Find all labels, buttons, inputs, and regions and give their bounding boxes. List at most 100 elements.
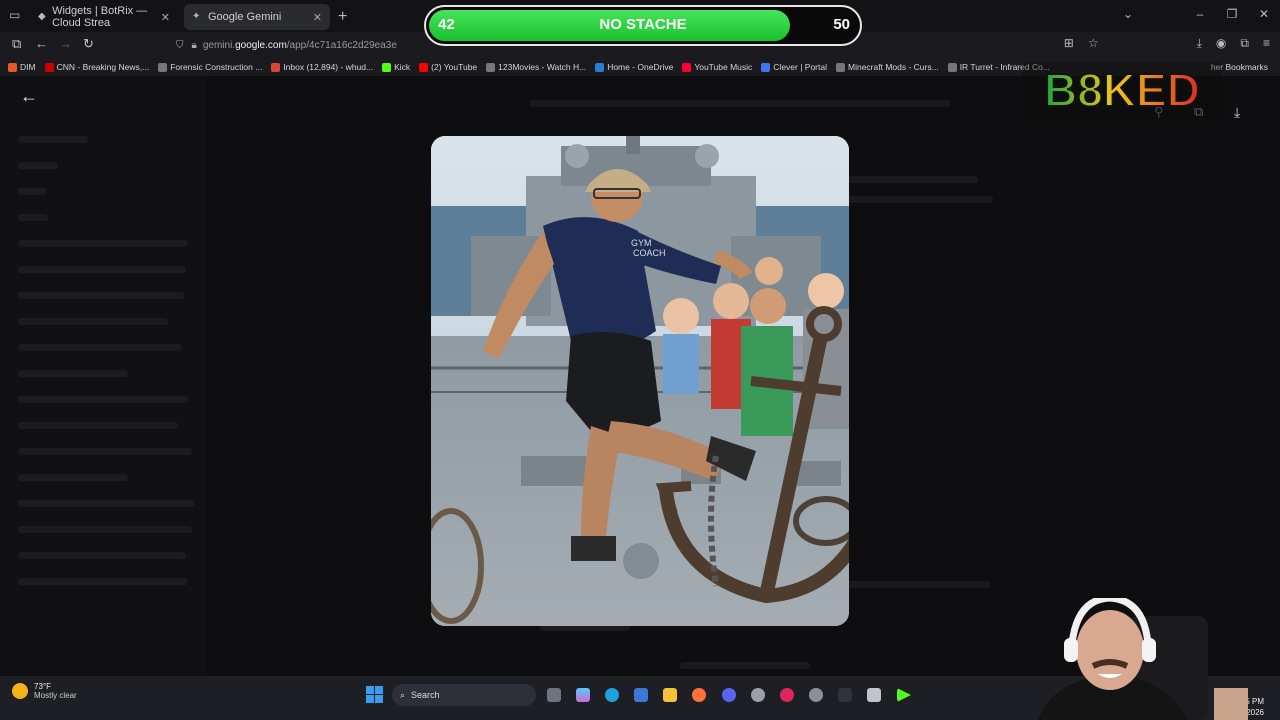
bookmark-label: CNN - Breaking News,...	[56, 62, 150, 72]
sidebar-placeholder-line	[18, 318, 168, 325]
edge-icon[interactable]	[605, 688, 619, 702]
onedrive-icon	[595, 62, 605, 72]
generated-image[interactable]: GYM COACH	[431, 136, 849, 626]
bookmark-item[interactable]: 123Movies - Watch H...	[486, 62, 586, 72]
taskbar-search[interactable]: ⌕ Search	[392, 684, 536, 706]
sidebar-placeholder-line	[18, 526, 192, 533]
no-stache-progress-widget: 42 NO STACHE 50	[424, 5, 862, 46]
weather-widget[interactable]: 73°F Mostly clear	[12, 682, 77, 700]
sidebar-toggle-icon[interactable]: ⧉	[12, 36, 21, 52]
globe-icon	[947, 62, 957, 72]
app-icon-3[interactable]	[867, 688, 881, 702]
restore-icon[interactable]: ❐	[1216, 0, 1248, 32]
bookmark-label: Minecraft Mods - Curs...	[848, 62, 939, 72]
bookmark-item[interactable]: (2) YouTube	[419, 62, 477, 72]
close-window-icon[interactable]: ✕	[1248, 0, 1280, 32]
menu-icon[interactable]: ≡	[1263, 36, 1270, 51]
download-icon[interactable]: ⤓	[1197, 36, 1202, 51]
bookmark-item[interactable]: Kick	[382, 62, 410, 72]
lock-icon[interactable]: 🔒︎	[192, 40, 197, 51]
address-bar[interactable]: ⛉ 🔒︎ gemini. google.com/app/4c71a16c2d29e…	[176, 34, 426, 56]
bookmark-item[interactable]: Forensic Construction ...	[158, 62, 262, 72]
translate-icon[interactable]: ⊞	[1064, 36, 1074, 51]
url-domain: google.com	[235, 39, 287, 51]
app-icon-2[interactable]	[838, 688, 852, 702]
globe-icon	[486, 62, 496, 72]
botrix-icon: ◆	[38, 11, 46, 22]
profile-icon[interactable]: ◉	[1216, 36, 1226, 51]
bookmark-item[interactable]: Minecraft Mods - Curs...	[836, 62, 939, 72]
logo-text: B8KED	[1044, 64, 1200, 116]
webcam-feed	[1038, 598, 1248, 720]
sidebar-placeholder-line	[18, 422, 178, 429]
file-explorer-icon[interactable]	[663, 688, 677, 702]
tab-botrix[interactable]: ◆ Widgets | BotRix — Cloud Strea ✕	[30, 4, 178, 30]
sidebar-placeholder-line	[18, 578, 188, 585]
search-icon: ⌕	[400, 689, 406, 700]
bookmark-item[interactable]: CNN - Breaking News,...	[44, 62, 150, 72]
sidebar-placeholder-line	[18, 188, 46, 195]
forward-icon[interactable]: →	[59, 36, 72, 51]
progress-goal: 50	[833, 16, 850, 33]
star-icon[interactable]: ☆	[1088, 36, 1099, 51]
sidebar-placeholder-line	[18, 214, 48, 221]
shirt-text-2: COACH	[633, 248, 666, 258]
clever-icon	[761, 62, 771, 72]
settings-icon[interactable]	[809, 688, 823, 702]
youtube-icon	[419, 62, 429, 72]
sidebar-placeholder-line	[18, 552, 186, 559]
search-label: Search	[411, 690, 440, 700]
sidebar-placeholder-line	[18, 500, 194, 507]
tab-gemini[interactable]: ✦ Google Gemini ✕	[184, 4, 330, 30]
toolbar-icons: ⊞ ☆ ⤓ ◉ ⧉ ≡	[1064, 36, 1270, 51]
reload-icon[interactable]: ↻	[83, 36, 94, 52]
discord-icon[interactable]	[722, 688, 736, 702]
shield-icon[interactable]: ⛉	[176, 40, 184, 51]
tab-menu-icon[interactable]: ▭	[9, 8, 20, 22]
dimmed-text-line	[848, 196, 993, 203]
bookmark-label: (2) YouTube	[431, 62, 478, 72]
globe-icon	[158, 62, 168, 72]
bookmark-item[interactable]: Clever | Portal	[761, 62, 827, 72]
sidebar-placeholder-line	[18, 448, 192, 455]
sidebar-placeholder-line	[18, 136, 88, 143]
bookmark-item[interactable]: YouTube Music	[682, 62, 752, 72]
chevron-down-icon[interactable]: ⌄	[1112, 0, 1144, 32]
download-image-icon[interactable]: ⤓	[1234, 104, 1240, 121]
window-controls: ⌄ – ❐ ✕	[1112, 0, 1280, 32]
close-icon[interactable]: ✕	[313, 11, 322, 24]
back-icon[interactable]: ←	[35, 36, 48, 51]
b8ked-logo: B8KED	[1022, 62, 1222, 118]
windows-start-icon[interactable]	[366, 686, 383, 703]
copilot-icon[interactable]	[576, 688, 590, 702]
globe-icon	[836, 62, 845, 72]
store-icon[interactable]	[634, 688, 648, 702]
dimmed-text-line	[680, 662, 810, 669]
bookmark-item[interactable]: DIM	[8, 62, 36, 72]
sidebar-placeholder-line	[18, 240, 188, 247]
app-icon[interactable]	[751, 688, 765, 702]
bookmark-label: Kick	[394, 62, 411, 72]
dimmed-text-line	[848, 176, 978, 183]
url-prefix: gemini.	[202, 39, 236, 51]
new-tab-icon[interactable]: +	[338, 8, 347, 26]
firefox-icon[interactable]	[692, 688, 706, 702]
close-icon[interactable]: ✕	[161, 11, 170, 24]
bookmark-item[interactable]: Home - OneDrive	[595, 62, 673, 72]
progress-fill	[429, 10, 790, 41]
extensions-icon[interactable]: ⧉	[1240, 36, 1249, 51]
minimize-icon[interactable]: –	[1184, 0, 1216, 32]
bookmark-label: 123Movies - Watch H...	[498, 62, 587, 72]
media-player-icon[interactable]	[780, 688, 794, 702]
task-view-icon[interactable]	[547, 688, 561, 702]
bookmark-item[interactable]: Inbox (12,894) - whud...	[271, 62, 373, 72]
back-arrow-icon[interactable]: ←	[20, 86, 38, 107]
kick-app-icon[interactable]	[897, 688, 911, 702]
tab-label: Widgets | BotRix — Cloud Strea	[52, 5, 148, 29]
gemini-sidebar: ←	[0, 76, 206, 676]
kick-icon	[382, 62, 392, 72]
weather-temp: 73°F	[34, 682, 51, 691]
image-illustration: GYM COACH	[431, 136, 849, 626]
